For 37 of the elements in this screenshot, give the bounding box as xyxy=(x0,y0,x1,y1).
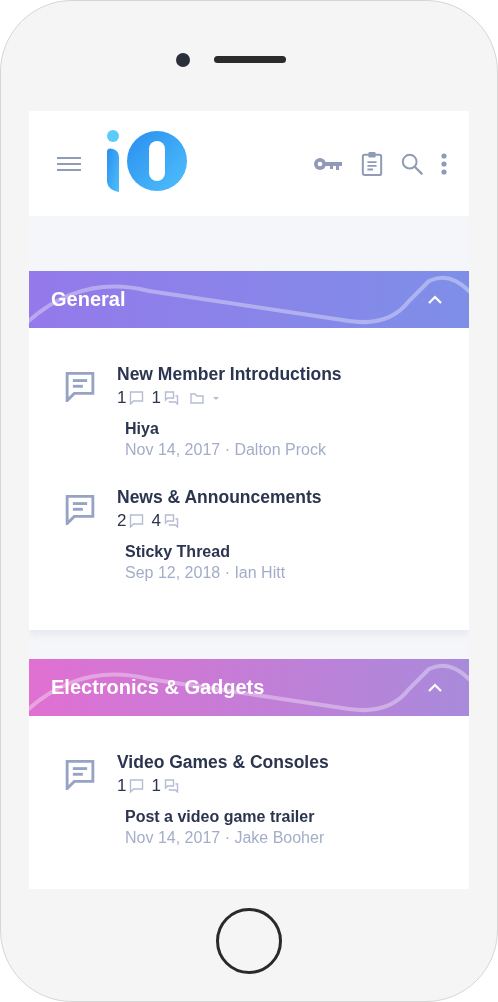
latest-post-meta: Nov 14, 2017 · Dalton Prock xyxy=(125,441,327,459)
comment-icon xyxy=(129,779,145,793)
forum-icon xyxy=(65,372,95,402)
forum-icon xyxy=(65,760,95,790)
chevron-up-icon[interactable] xyxy=(427,293,443,306)
category-title: Electronics & Gadgets xyxy=(51,676,265,699)
search-icon[interactable] xyxy=(401,152,423,175)
thread-count: 2 xyxy=(117,511,127,531)
comments-icon xyxy=(163,514,179,528)
message-count: 1 xyxy=(151,776,161,796)
latest-post-meta: Nov 14, 2017 · Jake Booher xyxy=(125,829,326,847)
camera-icon xyxy=(176,53,190,67)
thread-count: 1 xyxy=(117,388,127,408)
speaker-icon xyxy=(214,56,286,63)
key-icon[interactable] xyxy=(313,155,343,172)
comment-icon xyxy=(129,391,145,405)
forum-title[interactable]: Video Games & Consoles xyxy=(117,752,329,773)
logo[interactable] xyxy=(105,129,189,192)
category-title: General xyxy=(51,288,126,311)
chevron-up-icon[interactable] xyxy=(427,681,443,694)
thread-count: 1 xyxy=(117,776,127,796)
latest-thread-link[interactable]: Hiya xyxy=(125,420,342,438)
forum-title[interactable]: New Member Introductions xyxy=(117,364,342,385)
more-icon[interactable] xyxy=(441,152,447,175)
comments-icon xyxy=(163,391,179,405)
comments-icon xyxy=(163,779,179,793)
comment-icon xyxy=(129,514,145,528)
message-count: 4 xyxy=(151,511,161,531)
message-count: 1 xyxy=(151,388,161,408)
forum-title[interactable]: News & Announcements xyxy=(117,487,322,508)
subforum-menu-icon[interactable] xyxy=(189,391,220,405)
clipboard-icon[interactable] xyxy=(361,150,383,177)
latest-post-meta: Sep 12, 2018 · Ian Hitt xyxy=(125,564,287,582)
latest-thread-link[interactable]: Post a video game trailer xyxy=(125,808,329,826)
forum-icon xyxy=(65,495,95,525)
menu-icon[interactable] xyxy=(57,155,81,172)
latest-thread-link[interactable]: Sticky Thread xyxy=(125,543,322,561)
